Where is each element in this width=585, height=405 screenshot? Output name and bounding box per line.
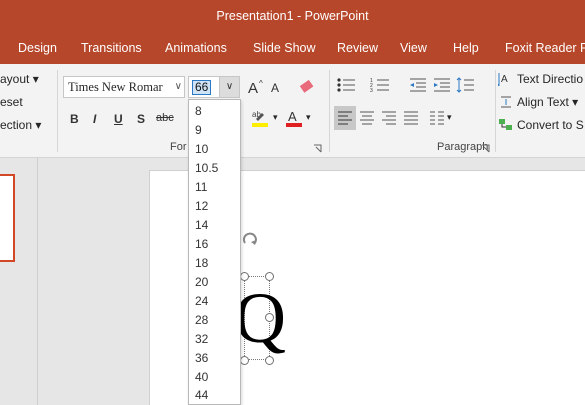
align-right-icon[interactable]	[380, 110, 398, 126]
font-size-option[interactable]: 20	[195, 275, 208, 289]
slide-thumbnail-pane[interactable]	[0, 158, 38, 405]
svg-text:A: A	[501, 74, 508, 85]
resize-handle[interactable]	[240, 356, 249, 365]
font-size-value[interactable]: 66	[192, 80, 212, 95]
ribbon-tabs: Design Transitions Animations Slide Show…	[0, 32, 585, 64]
align-center-icon[interactable]	[358, 110, 376, 126]
highlight-icon[interactable]: ab	[250, 108, 272, 128]
resize-handle[interactable]	[265, 356, 274, 365]
tab-animations[interactable]: Animations	[165, 32, 227, 64]
tab-foxit-reader[interactable]: Foxit Reader PD	[505, 32, 585, 64]
font-color-icon[interactable]: A	[284, 108, 304, 128]
layout-button[interactable]: ayout ▾	[0, 72, 39, 86]
convert-smartart-button[interactable]: Convert to S	[517, 118, 584, 132]
window-title: Presentation1 - PowerPoint	[216, 9, 369, 23]
font-name-value: Times New Romar	[68, 80, 163, 94]
font-size-option[interactable]: 16	[195, 237, 208, 251]
svg-text:A: A	[271, 81, 279, 95]
rotate-handle-icon[interactable]	[240, 231, 260, 251]
font-size-option[interactable]: 32	[195, 332, 208, 346]
font-size-option[interactable]: 12	[195, 199, 208, 213]
svg-text:A: A	[248, 80, 258, 96]
group-divider	[495, 70, 496, 152]
tab-help[interactable]: Help	[453, 32, 479, 64]
chevron-down-icon[interactable]: ▾	[447, 112, 452, 123]
justify-icon[interactable]	[402, 110, 420, 126]
font-size-option[interactable]: 44	[195, 388, 208, 402]
tab-review[interactable]: Review	[337, 32, 378, 64]
font-size-option[interactable]: 18	[195, 256, 208, 270]
chevron-down-icon[interactable]: ▾	[273, 112, 278, 123]
font-size-option[interactable]: 8	[195, 104, 202, 118]
slide-thumbnail[interactable]	[0, 174, 15, 262]
dialog-launcher-icon[interactable]	[481, 144, 490, 153]
font-size-option[interactable]: 10.5	[195, 161, 218, 175]
text-direction-icon[interactable]: A	[498, 72, 514, 88]
decrease-indent-icon[interactable]	[408, 76, 428, 94]
line-spacing-icon[interactable]	[456, 76, 476, 94]
svg-text:^: ^	[259, 79, 263, 88]
tab-slide-show[interactable]: Slide Show	[253, 32, 316, 64]
font-size-option[interactable]: 36	[195, 351, 208, 365]
chevron-down-icon[interactable]: ∨	[219, 77, 239, 97]
font-size-option[interactable]: 40	[195, 370, 208, 384]
font-size-option[interactable]: 24	[195, 294, 208, 308]
resize-handle[interactable]	[265, 313, 274, 322]
resize-handle[interactable]	[240, 272, 249, 281]
clear-formatting-icon[interactable]	[298, 78, 316, 96]
bold-button[interactable]: B	[70, 112, 79, 126]
tab-view[interactable]: View	[400, 32, 427, 64]
smartart-icon[interactable]	[498, 117, 514, 133]
font-size-combobox[interactable]: 66 ∨	[188, 76, 240, 98]
font-size-option[interactable]: 10	[195, 142, 208, 156]
font-group-label: For	[170, 141, 187, 153]
align-text-icon[interactable]	[498, 94, 514, 110]
svg-text:A: A	[288, 109, 297, 124]
font-size-dropdown-list[interactable]: 8 9 10 10.5 11 12 14 16 18 20 24 28 32 3…	[188, 99, 241, 405]
section-button[interactable]: ection ▾	[0, 118, 41, 132]
align-left-icon[interactable]	[334, 106, 356, 130]
title-bar: Presentation1 - PowerPoint	[0, 0, 585, 32]
font-size-option[interactable]: 11	[195, 180, 207, 194]
svg-text:3: 3	[370, 88, 373, 94]
ribbon: ayout ▾ eset ection ▾ Times New Romar ∨ …	[0, 64, 585, 158]
font-size-option[interactable]: 14	[195, 218, 208, 232]
chevron-down-icon[interactable]: ∨	[175, 77, 182, 97]
strikethrough-button[interactable]: abc	[156, 112, 174, 124]
font-size-option[interactable]: 9	[195, 123, 202, 137]
group-divider	[57, 70, 58, 152]
increase-indent-icon[interactable]	[432, 76, 452, 94]
underline-button[interactable]: U	[114, 112, 123, 126]
dialog-launcher-icon[interactable]	[313, 144, 322, 153]
decrease-font-icon[interactable]: A	[271, 78, 289, 96]
chevron-down-icon[interactable]: ▾	[306, 112, 311, 123]
resize-handle[interactable]	[265, 272, 274, 281]
font-size-option[interactable]: 28	[195, 313, 208, 327]
text-direction-button[interactable]: Text Directio	[517, 72, 583, 86]
slide-text[interactable]: Q	[234, 282, 286, 354]
italic-button[interactable]: I	[93, 112, 96, 126]
shadow-button[interactable]: S	[137, 112, 145, 126]
increase-font-icon[interactable]: A ^	[248, 78, 268, 96]
group-divider	[329, 70, 330, 152]
bullets-icon[interactable]	[336, 76, 358, 94]
reset-button[interactable]: eset	[0, 95, 23, 109]
numbering-icon[interactable]: 123	[370, 76, 392, 94]
font-name-combobox[interactable]: Times New Romar ∨	[63, 76, 185, 98]
columns-icon[interactable]	[428, 110, 446, 126]
tab-design[interactable]: Design	[18, 32, 57, 64]
tab-transitions[interactable]: Transitions	[81, 32, 142, 64]
align-text-button[interactable]: Align Text ▾	[517, 95, 578, 109]
